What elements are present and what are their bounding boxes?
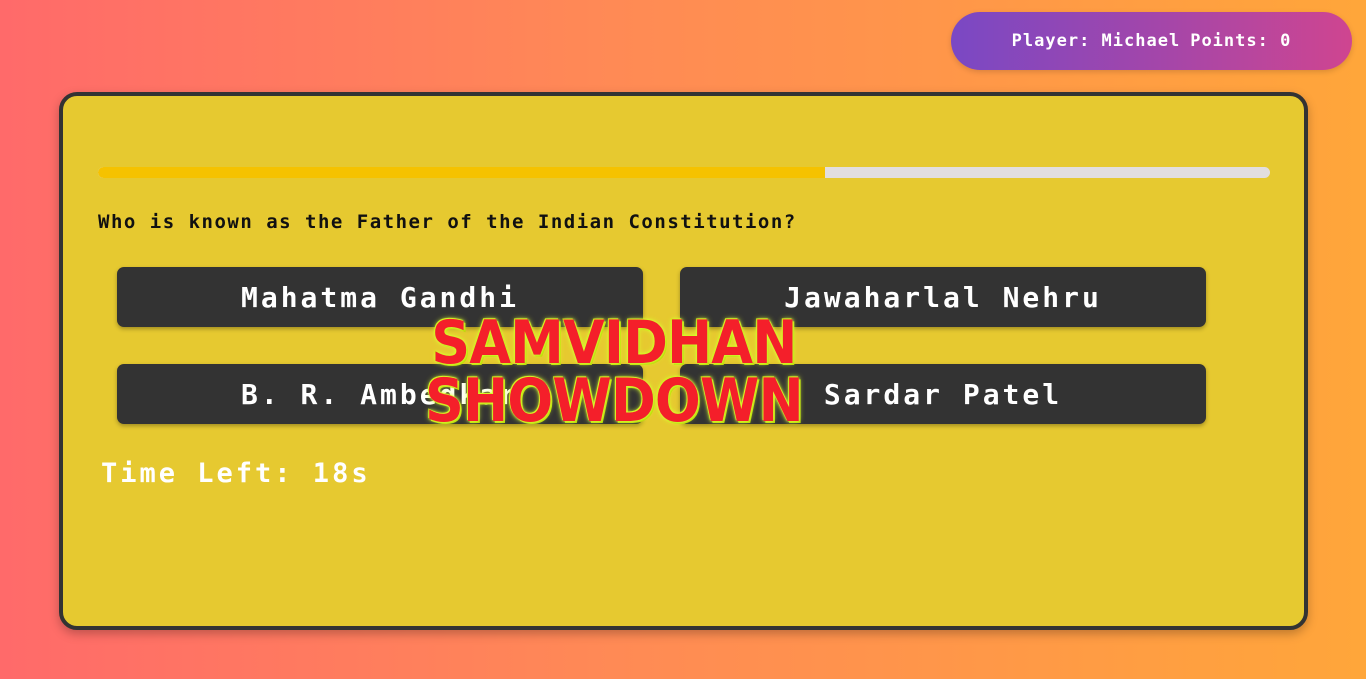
points-counter: Points: 0 <box>1190 31 1292 51</box>
answer-option-4[interactable]: Sardar Patel <box>680 364 1206 424</box>
question-text: Who is known as the Father of the Indian… <box>98 211 797 233</box>
answer-option-1[interactable]: Mahatma Gandhi <box>117 267 643 327</box>
quiz-card: Who is known as the Father of the Indian… <box>59 92 1308 630</box>
answer-option-2[interactable]: Jawaharlal Nehru <box>680 267 1206 327</box>
progress-bar-fill <box>98 167 825 178</box>
player-name: Player: Michael <box>1011 31 1181 51</box>
progress-bar <box>98 167 1270 178</box>
time-left: Time Left: 18s <box>101 458 371 489</box>
player-status-pill: Player: Michael Points: 0 <box>951 12 1352 70</box>
answer-option-3[interactable]: B. R. Ambedkar <box>117 364 643 424</box>
